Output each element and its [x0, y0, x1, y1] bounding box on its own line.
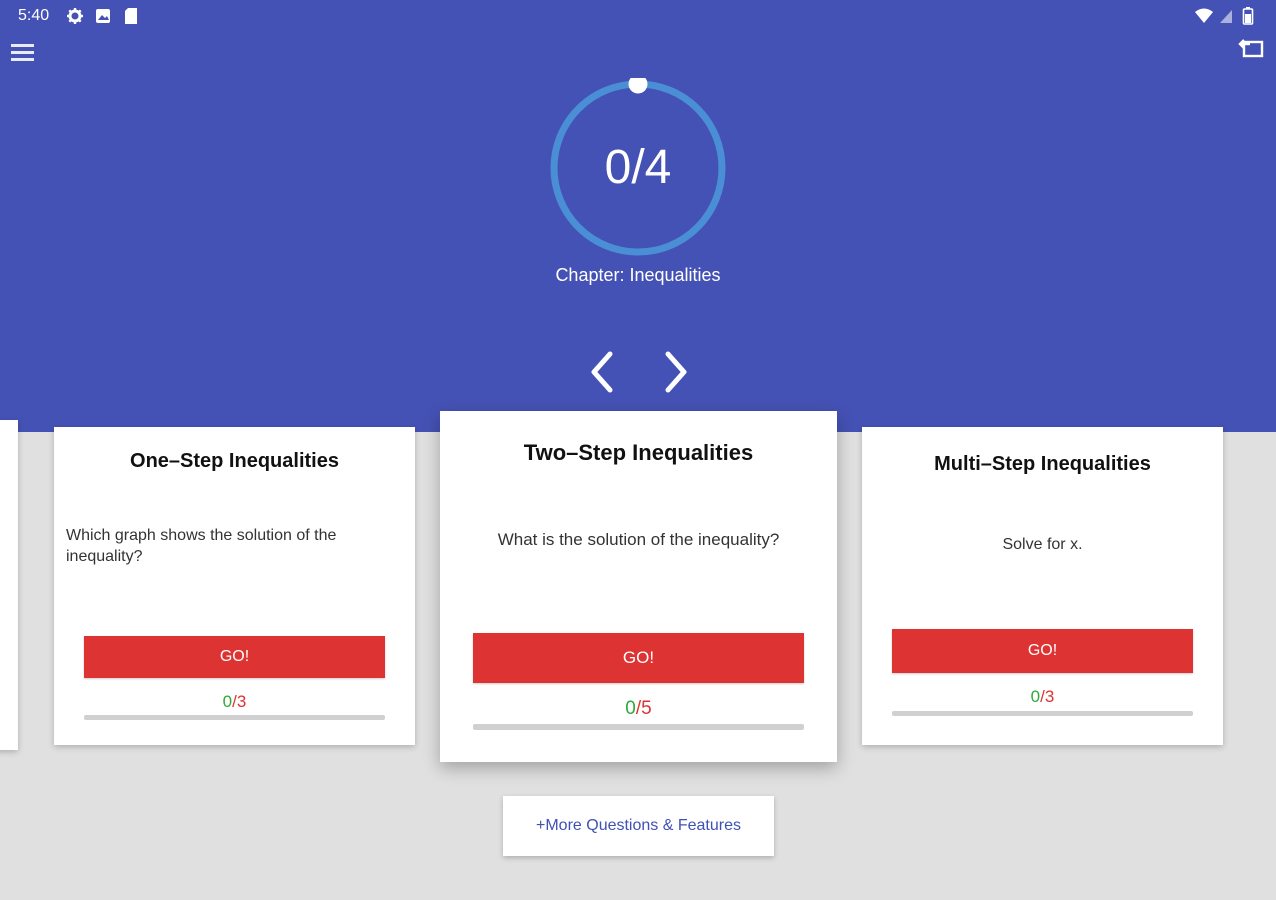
score: 0/3 [54, 692, 415, 712]
score: 0/5 [440, 698, 837, 720]
header: 5:40 0/4 Chapter: Inequalities [0, 0, 1276, 432]
partial-card[interactable] [0, 420, 18, 750]
score-correct: 0 [222, 692, 233, 711]
chevron-right-icon[interactable] [658, 350, 694, 394]
card-question: Which graph shows the solution of the in… [66, 527, 337, 565]
score-correct: 0 [1030, 687, 1041, 706]
go-button[interactable]: GO! [84, 636, 385, 678]
card-title: One–Step Inequalities [130, 450, 339, 472]
card-one-step[interactable]: One–Step Inequalities Which graph shows … [54, 427, 415, 745]
score: 0/3 [862, 687, 1223, 707]
wifi-icon [1194, 7, 1213, 25]
progress-ring-knob [628, 78, 648, 94]
score-total: 3 [1044, 687, 1055, 706]
menu-icon[interactable] [10, 40, 36, 64]
score-total: 3 [236, 692, 247, 711]
progress-bar [473, 724, 804, 730]
card-title: Two–Step Inequalities [523, 440, 754, 465]
chevron-left-icon[interactable] [584, 350, 620, 394]
score-correct: 0 [625, 698, 636, 719]
gear-icon [66, 7, 84, 25]
status-bar: 5:40 [0, 0, 1276, 34]
more-questions-button[interactable]: +More Questions & Features [503, 796, 774, 856]
card-multi-step[interactable]: Multi–Step Inequalities Solve for x. GO!… [862, 427, 1223, 745]
card-title: Multi–Step Inequalities [934, 453, 1151, 475]
status-time: 5:40 [18, 7, 50, 24]
progress-bar [892, 711, 1193, 716]
progress-count: 0/4 [604, 141, 672, 194]
score-total: 5 [641, 698, 652, 719]
go-button[interactable]: GO! [473, 633, 804, 683]
go-button[interactable]: GO! [892, 629, 1193, 673]
card-question: Solve for x. [1002, 536, 1083, 553]
battery-icon [1242, 7, 1260, 25]
card-question: What is the solution of the inequality? [497, 530, 780, 549]
signal-icon [1218, 7, 1236, 25]
sd-card-icon [122, 7, 140, 25]
card-two-step[interactable]: Two–Step Inequalities What is the soluti… [440, 411, 837, 762]
chapter-label: Chapter: Inequalities [555, 265, 721, 285]
progress-bar [84, 715, 385, 720]
image-icon [94, 7, 112, 25]
exit-icon[interactable] [1238, 34, 1266, 62]
